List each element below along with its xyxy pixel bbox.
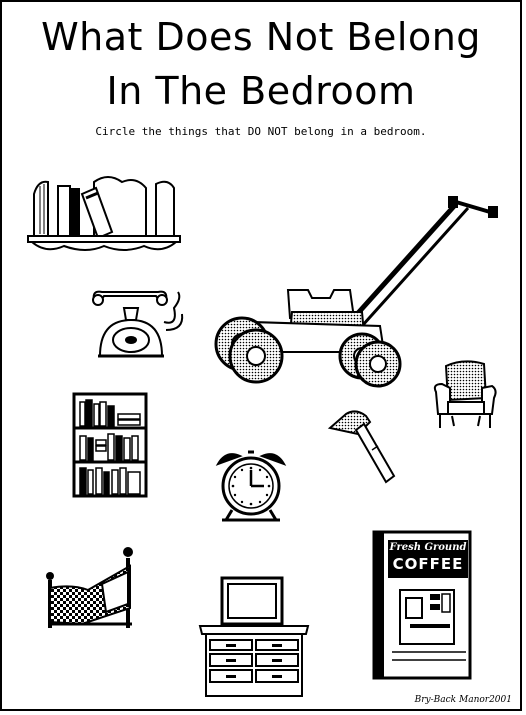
alarm-clock-icon[interactable] <box>212 448 290 524</box>
telephone-icon[interactable] <box>86 286 188 366</box>
bed-icon[interactable] <box>42 544 142 634</box>
worksheet-page: What Does Not Belong In The Bedroom Circ… <box>0 0 522 711</box>
credit-signature: Bry-Back Manor2001 <box>414 695 512 705</box>
instructions: Circle the things that DO NOT belong in … <box>95 125 427 138</box>
dresser-icon[interactable] <box>198 576 310 700</box>
hammer-icon[interactable] <box>326 406 398 486</box>
armchair-icon[interactable] <box>432 358 498 434</box>
worksheet-title-line2: In The Bedroom <box>106 69 416 113</box>
bookshelf-icon[interactable] <box>72 392 148 498</box>
coffee-sign-line2: COFFEE <box>392 555 464 573</box>
worksheet-title-line1: What Does Not Belong <box>41 15 481 59</box>
coffee-sign-line1: Fresh Ground <box>389 542 467 553</box>
bookends-icon[interactable] <box>26 174 182 256</box>
coffee-machine-icon[interactable]: Fresh Ground COFFEE <box>370 528 474 682</box>
